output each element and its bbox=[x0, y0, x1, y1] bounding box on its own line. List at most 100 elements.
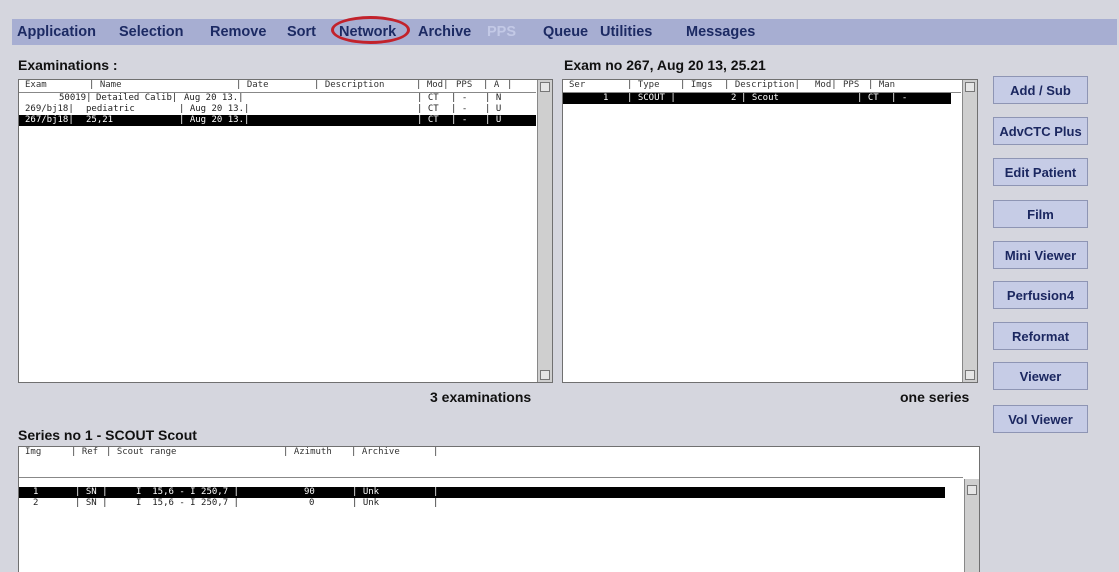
series-imgs: 2 bbox=[731, 93, 737, 103]
exam-archive: | U bbox=[485, 104, 502, 114]
exam-mod: | CT bbox=[417, 93, 439, 103]
col-imgs[interactable]: | Imgs bbox=[680, 80, 713, 91]
menu-application[interactable]: Application bbox=[17, 24, 96, 40]
col-description[interactable]: | Description| bbox=[724, 80, 800, 91]
series-detail-title: Series no 1 - SCOUT Scout bbox=[18, 427, 197, 443]
series-number: 1 bbox=[603, 93, 609, 103]
edit-patient-button[interactable]: Edit Patient bbox=[993, 158, 1088, 186]
col-a[interactable]: | A bbox=[483, 80, 499, 91]
col-ref[interactable]: | Ref bbox=[71, 447, 98, 458]
image-number: 1 bbox=[33, 487, 39, 497]
image-archive: | Unk bbox=[352, 498, 380, 508]
images-header: Img | Ref | Scout range | Azimuth | Arch… bbox=[19, 447, 963, 478]
menu-queue[interactable]: Queue bbox=[543, 24, 588, 40]
image-scout-range: I 15,6 - I 250,7 | bbox=[136, 498, 239, 508]
mini-viewer-button[interactable]: Mini Viewer bbox=[993, 241, 1088, 269]
add-sub-button[interactable]: Add / Sub bbox=[993, 76, 1088, 104]
scroll-down-button[interactable] bbox=[965, 370, 975, 380]
col-pps[interactable]: PPS bbox=[843, 80, 859, 91]
col-man[interactable]: | Man bbox=[868, 80, 895, 91]
examinations-list[interactable]: Exam | Name | Date | Description | Mod| … bbox=[18, 79, 553, 383]
image-row-selected[interactable]: 1 | SN | I 15,6 - I 250,7 | 90 | Unk | bbox=[19, 487, 945, 498]
col-exam[interactable]: Exam bbox=[25, 80, 47, 91]
image-ref: | SN | bbox=[75, 487, 108, 497]
examinations-count: 3 examinations bbox=[430, 389, 532, 405]
image-end: | bbox=[433, 487, 439, 497]
exam-id: 50019| bbox=[59, 93, 92, 103]
image-azimuth: 90 bbox=[304, 487, 315, 497]
exam-name: 25,21 bbox=[86, 115, 114, 125]
exam-archive: | U bbox=[485, 115, 502, 125]
col-img[interactable]: Img bbox=[25, 447, 41, 458]
reformat-button[interactable]: Reformat bbox=[993, 322, 1088, 350]
col-mod[interactable]: Mod| bbox=[815, 80, 837, 91]
examinations-scrollbar[interactable] bbox=[537, 80, 552, 382]
menu-selection[interactable]: Selection bbox=[119, 24, 183, 40]
exam-name: pediatric bbox=[86, 104, 135, 114]
exam-row-selected[interactable]: 267/bj18| 25,21 | Aug 20 13.| | CT | - |… bbox=[19, 115, 536, 126]
exam-id: 267/bj18| bbox=[25, 115, 74, 125]
menu-sort[interactable]: Sort bbox=[287, 24, 316, 40]
col-description[interactable]: | Description bbox=[314, 80, 384, 91]
advctc-plus-button[interactable]: AdvCTC Plus bbox=[993, 117, 1088, 145]
image-archive: | Unk bbox=[352, 487, 380, 497]
menu-remove[interactable]: Remove bbox=[210, 24, 266, 40]
series-row-selected[interactable]: 1 | SCOUT | 2 | Scout | CT | - bbox=[563, 93, 951, 104]
col-end: | bbox=[507, 80, 513, 90]
series-type: | SCOUT | bbox=[627, 93, 676, 103]
scroll-up-button[interactable] bbox=[965, 82, 975, 92]
col-scout-range[interactable]: | Scout range bbox=[106, 447, 176, 458]
col-pps[interactable]: PPS bbox=[456, 80, 472, 91]
image-row[interactable]: 2 | SN | I 15,6 - I 250,7 | 0 | Unk | bbox=[19, 498, 945, 509]
col-type[interactable]: | Type bbox=[627, 80, 660, 91]
col-azimuth[interactable]: | Azimuth bbox=[283, 447, 332, 458]
col-date[interactable]: | Date bbox=[236, 80, 269, 91]
series-count: one series bbox=[900, 389, 970, 405]
exam-date: Aug 20 13.| bbox=[184, 93, 244, 103]
menu-pps: PPS bbox=[487, 24, 517, 40]
exam-pps: | - bbox=[451, 115, 468, 125]
perfusion4-button[interactable]: Perfusion4 bbox=[993, 281, 1088, 309]
series-mod: | CT bbox=[857, 93, 879, 103]
series-header: Ser | Type | Imgs | Description| Mod| PP… bbox=[563, 80, 961, 93]
exam-archive: | N bbox=[485, 93, 502, 103]
image-end: | bbox=[433, 498, 439, 508]
series-list[interactable]: Ser | Type | Imgs | Description| Mod| PP… bbox=[562, 79, 978, 383]
exam-pps: | - bbox=[451, 93, 468, 103]
col-archive[interactable]: | Archive bbox=[351, 447, 400, 458]
scroll-up-button[interactable] bbox=[967, 485, 977, 495]
scroll-up-button[interactable] bbox=[540, 82, 550, 92]
image-azimuth: 0 bbox=[309, 498, 315, 508]
menu-archive[interactable]: Archive bbox=[418, 24, 471, 40]
examinations-title: Examinations : bbox=[18, 57, 118, 73]
series-description: | Scout bbox=[741, 93, 779, 103]
col-name[interactable]: | Name bbox=[89, 80, 122, 91]
series-pps: | - bbox=[891, 93, 908, 103]
vol-viewer-button[interactable]: Vol Viewer bbox=[993, 405, 1088, 433]
scroll-down-button[interactable] bbox=[540, 370, 550, 380]
menu-network[interactable]: Network bbox=[339, 24, 396, 40]
images-list[interactable]: Img | Ref | Scout range | Azimuth | Arch… bbox=[18, 446, 980, 572]
image-scout-range: I 15,6 - I 250,7 | bbox=[136, 487, 239, 497]
exam-row[interactable]: 269/bj18| pediatric | Aug 20 13.| | CT |… bbox=[19, 104, 536, 115]
menu-messages[interactable]: Messages bbox=[686, 24, 755, 40]
exam-mod: | CT bbox=[417, 115, 439, 125]
viewer-button[interactable]: Viewer bbox=[993, 362, 1088, 390]
exam-date: | Aug 20 13.| bbox=[179, 104, 250, 114]
image-ref: | SN | bbox=[75, 498, 108, 508]
exam-date: | Aug 20 13.| bbox=[179, 115, 250, 125]
film-button[interactable]: Film bbox=[993, 200, 1088, 228]
images-scrollbar[interactable] bbox=[964, 479, 979, 572]
image-number: 2 bbox=[33, 498, 39, 508]
col-mod[interactable]: | Mod| bbox=[416, 80, 449, 91]
exam-id: 269/bj18| bbox=[25, 104, 74, 114]
exam-row[interactable]: 50019| Detailed Calib| Aug 20 13.| | CT … bbox=[19, 93, 536, 104]
col-ser[interactable]: Ser bbox=[569, 80, 585, 91]
examinations-header: Exam | Name | Date | Description | Mod| … bbox=[19, 80, 536, 93]
exam-pps: | - bbox=[451, 104, 468, 114]
col-end: | bbox=[433, 447, 439, 457]
menu-utilities[interactable]: Utilities bbox=[600, 24, 652, 40]
series-scrollbar[interactable] bbox=[962, 80, 977, 382]
menu-bar: Application Selection Remove Sort Networ… bbox=[0, 0, 1119, 48]
exam-title: Exam no 267, Aug 20 13, 25.21 bbox=[564, 57, 766, 73]
